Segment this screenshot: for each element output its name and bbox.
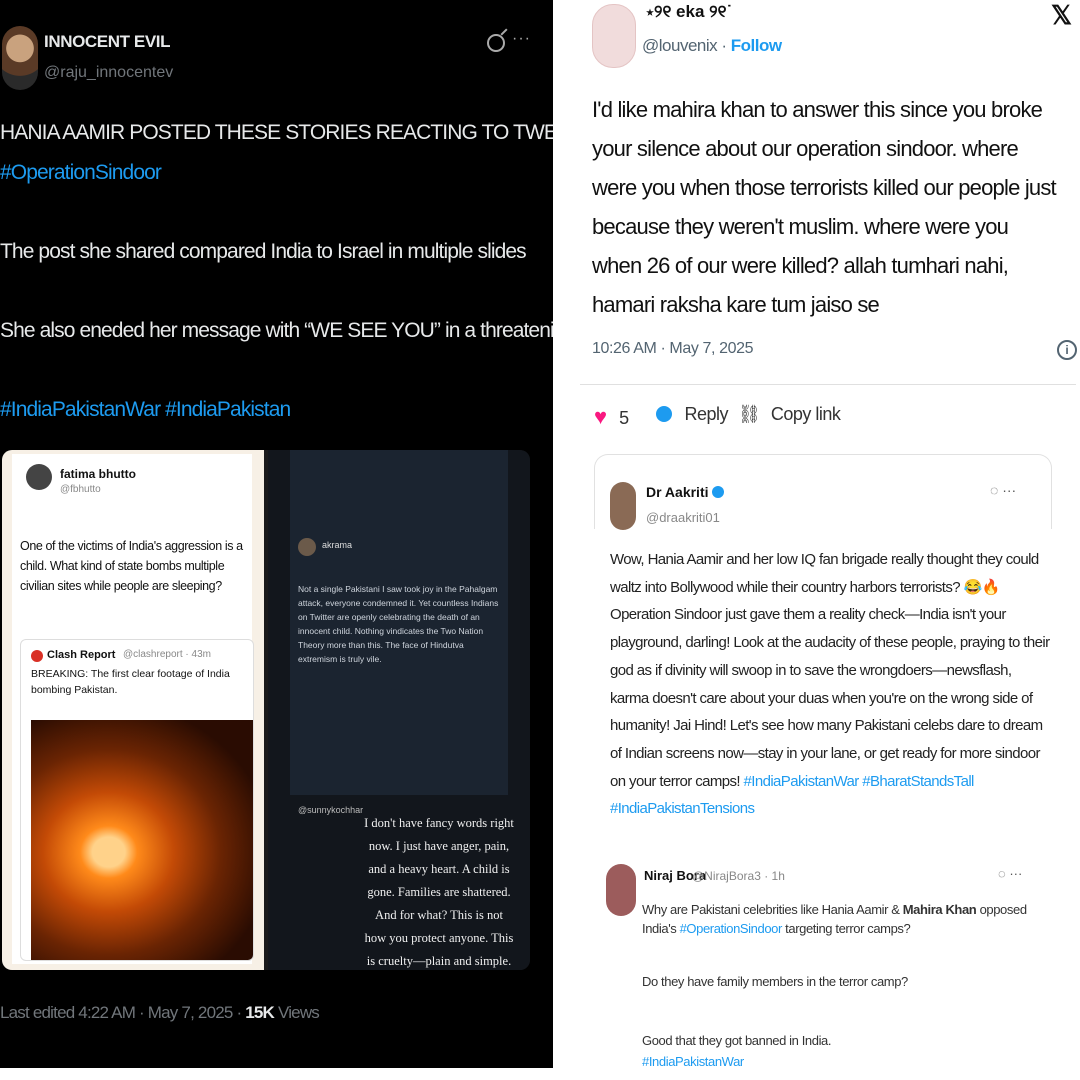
- author-name: Clash Report: [47, 649, 116, 661]
- author-name: fatima bhutto: [60, 467, 136, 481]
- avatar[interactable]: [592, 4, 636, 68]
- author-handle[interactable]: @raju_innocentev: [44, 64, 173, 82]
- story-overlay-text: I don't have fancy words right now. I ju…: [364, 816, 514, 968]
- author-handle[interactable]: @NirajBora3 · 1h: [692, 869, 785, 883]
- tweet-text: Not a single Pakistani I saw took joy in…: [298, 584, 499, 664]
- reply-icon: [656, 406, 672, 422]
- like-count: 5: [619, 408, 629, 428]
- right-tweet-screenshot: ⋆୨୧ eka ୨୧˙ @louvenix · Follow 𝕏 I'd lik…: [576, 0, 1080, 1080]
- avatar[interactable]: [606, 864, 636, 916]
- divider: [580, 384, 1076, 385]
- author-handle: @clashreport · 43m: [123, 649, 211, 660]
- tweet-header: INNOCENT EVIL @raju_innocentev ···: [0, 24, 553, 94]
- story-image-1[interactable]: fatima bhutto @fbhutto One of the victim…: [2, 450, 264, 970]
- explosion-video[interactable]: [31, 720, 253, 960]
- grok-icon[interactable]: [487, 34, 505, 52]
- story-credit: @sunnykochhar: [298, 805, 364, 815]
- timestamp[interactable]: Last edited 4:22 AM · May 7, 2025 ·: [0, 1003, 245, 1022]
- avatar[interactable]: [610, 482, 636, 530]
- copy-link-button[interactable]: ⛓ Copy link: [738, 404, 841, 425]
- author-name[interactable]: Dr Aakriti: [646, 484, 709, 500]
- tweet-footer: Last edited 4:22 AM · May 7, 2025 · 15K …: [0, 1003, 320, 1023]
- hashtag-link[interactable]: #IndiaPakistanWar: [642, 1054, 744, 1069]
- avatar: [298, 538, 316, 556]
- author-handle[interactable]: @draakriti01: [646, 510, 720, 525]
- tweet-text-line: She also eneded her message with “WE SEE…: [0, 319, 553, 342]
- hashtag-link[interactable]: #OperationSindoor: [680, 921, 783, 936]
- tweet-text-line: HANIA AAMIR POSTED THESE STORIES REACTIN…: [0, 121, 553, 144]
- more-icon[interactable]: ···: [512, 30, 531, 48]
- heart-icon: ♥: [594, 404, 607, 429]
- tweet-text-line: Do they have family members in the terro…: [642, 974, 908, 989]
- tweet-text: Why are Pakistani celebrities like Hania…: [642, 900, 1062, 938]
- text-segment: Good that they got banned in India.: [642, 1033, 832, 1048]
- x-logo-icon: 𝕏: [1051, 0, 1072, 30]
- verified-badge-icon: [711, 486, 724, 498]
- author-name-row[interactable]: Dr Aakriti: [646, 484, 724, 500]
- tweet-text-line: Good that they got banned in India. #Indi…: [642, 1030, 832, 1072]
- text-segment: targeting terror camps?: [781, 921, 911, 936]
- timestamp[interactable]: 10:26 AM · May 7, 2025: [592, 340, 753, 358]
- avatar[interactable]: [2, 26, 38, 90]
- tweet-text-line: The post she shared compared India to Is…: [0, 240, 527, 263]
- author-name[interactable]: INNOCENT EVIL: [44, 32, 170, 52]
- grok-more-icons[interactable]: ◌ ···: [990, 482, 1016, 498]
- follow-button[interactable]: Follow: [731, 36, 782, 55]
- info-icon[interactable]: i: [1057, 340, 1077, 360]
- like-button[interactable]: ♥ 5: [594, 404, 629, 430]
- grok-more-icons[interactable]: ◌ ···: [998, 866, 1022, 881]
- quoted-tweet-card: akrama Not a single Pakistani I saw took…: [290, 450, 508, 795]
- views-label: Views: [274, 1003, 320, 1022]
- tweet-text: One of the victims of India's aggression…: [20, 539, 243, 593]
- author-handle[interactable]: @louvenix: [642, 36, 718, 55]
- clash-report-logo-icon: [31, 650, 43, 662]
- story-image-2[interactable]: akrama Not a single Pakistani I saw took…: [268, 450, 530, 970]
- aakriti-tweet-card: Dr Aakriti @draakriti01 ◌ ··· Wow, Hania…: [594, 454, 1080, 1080]
- author-name: akrama: [322, 540, 353, 550]
- quote-card: Clash Report @clashreport · 43m BREAKING…: [20, 639, 254, 961]
- reply-label: Reply: [684, 404, 729, 424]
- copy-link-label: Copy link: [770, 404, 841, 424]
- tweet-text: Wow, Hania Aamir and her low IQ fan brig…: [610, 546, 1050, 823]
- text-segment: Why are Pakistani celebrities like Hania…: [642, 902, 903, 917]
- author-handle-row: @louvenix · Follow: [642, 36, 782, 55]
- media-grid[interactable]: fatima bhutto @fbhutto One of the victim…: [2, 450, 530, 970]
- hashtag-link[interactable]: #OperationSindoor: [0, 153, 553, 193]
- tweet-text: I'd like mahira khan to answer this sinc…: [592, 97, 1057, 317]
- tweet-text: BREAKING: The first clear footage of Ind…: [31, 668, 230, 696]
- tweet-body: Wow, Hania Aamir and her low IQ fan brig…: [610, 551, 1050, 790]
- left-tweet-screenshot: INNOCENT EVIL @raju_innocentev ··· HANIA…: [0, 0, 553, 1068]
- link-icon: ⛓: [738, 404, 761, 424]
- avatar: [26, 464, 52, 490]
- quoted-tweet-card: fatima bhutto @fbhutto One of the victim…: [12, 454, 254, 964]
- author-handle: @fbhutto: [60, 484, 101, 495]
- reply-button[interactable]: Reply: [656, 404, 729, 425]
- views-count: 15K: [245, 1003, 275, 1022]
- hashtag-links[interactable]: #IndiaPakistanWar #IndiaPakistan: [0, 390, 553, 430]
- text-bold: Mahira Khan: [902, 902, 977, 917]
- author-name[interactable]: ⋆୨୧ eka ୨୧˙: [646, 2, 732, 22]
